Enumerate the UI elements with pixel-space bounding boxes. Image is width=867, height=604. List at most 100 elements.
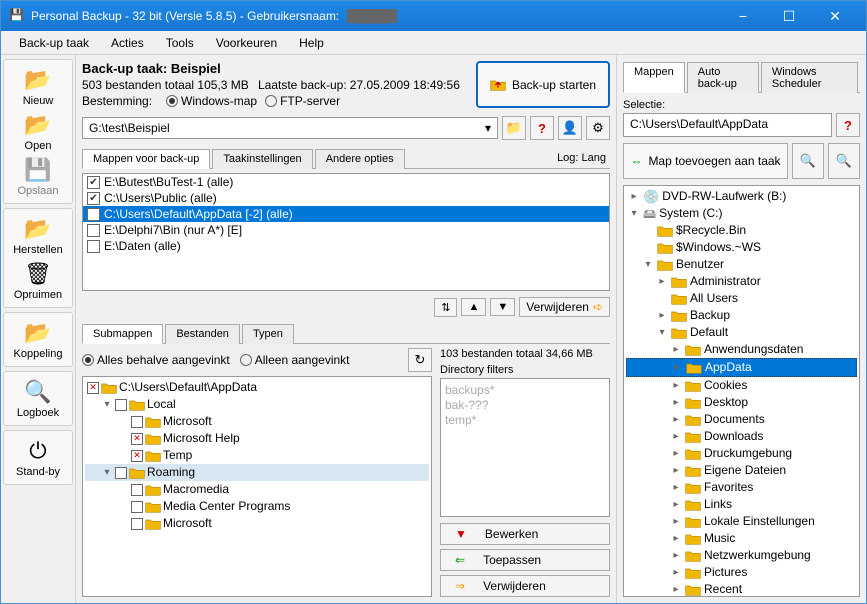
menu-help[interactable]: Help xyxy=(289,34,334,52)
menu-tools[interactable]: Tools xyxy=(156,34,204,52)
expander-icon[interactable]: ▸ xyxy=(671,359,683,376)
expander-icon[interactable]: ▸ xyxy=(670,411,682,428)
browser-node[interactable]: ▸Eigene Dateien xyxy=(626,462,857,479)
tab-taakinstellingen[interactable]: Taakinstellingen xyxy=(212,149,312,169)
expander-icon[interactable]: ▾ xyxy=(101,396,113,413)
menu-voorkeuren[interactable]: Voorkeuren xyxy=(206,34,287,52)
tree-node[interactable]: ▾Local xyxy=(85,396,429,413)
preview-button[interactable]: 🔍 xyxy=(792,143,824,179)
expander-icon[interactable]: ▸ xyxy=(670,530,682,547)
checkbox[interactable] xyxy=(115,399,127,411)
browse-button[interactable]: 📁 xyxy=(502,116,526,140)
directory-row[interactable]: E:\Delphi7\Bin (nur A*) [E] xyxy=(83,222,609,238)
checkbox[interactable] xyxy=(131,518,143,530)
start-backup-button[interactable]: Back-up starten xyxy=(476,61,610,108)
checkbox[interactable] xyxy=(87,382,99,394)
browser-node[interactable]: ▸Favorites xyxy=(626,479,857,496)
tree-node[interactable]: Microsoft xyxy=(85,515,429,532)
browser-node[interactable]: All Users xyxy=(626,290,857,307)
browser-node[interactable]: ▸Backup xyxy=(626,307,857,324)
browser-node[interactable]: ▸Cookies xyxy=(626,377,857,394)
checkbox[interactable] xyxy=(87,208,100,221)
folder-browser-tree[interactable]: ▸💿DVD-RW-Laufwerk (B:)▾🖴System (C:) $Rec… xyxy=(623,185,860,597)
checkbox[interactable] xyxy=(131,501,143,513)
selection-path-input[interactable]: C:\Users\Default\AppData xyxy=(623,113,832,137)
browser-node[interactable]: ▸Links xyxy=(626,496,857,513)
radio-all-except-checked[interactable]: Alles behalve aangevinkt xyxy=(82,353,230,367)
expander-icon[interactable]: ▸ xyxy=(656,273,668,290)
backup-directories-list[interactable]: E:\Butest\BuTest-1 (alle)C:\Users\Public… xyxy=(82,173,610,291)
minimize-button[interactable]: − xyxy=(720,1,766,31)
expander-icon[interactable]: ▾ xyxy=(101,464,113,481)
help-button[interactable]: ? xyxy=(530,116,554,140)
sort-button[interactable]: ⇅ xyxy=(434,298,457,317)
settings-button[interactable]: ⚙ xyxy=(586,116,610,140)
expander-icon[interactable]: ▾ xyxy=(628,205,640,222)
right-tab-mappen[interactable]: Mappen xyxy=(623,62,685,93)
sidebar-koppeling[interactable]: 📂Koppeling xyxy=(6,317,70,362)
menu-acties[interactable]: Acties xyxy=(101,34,154,52)
checkbox[interactable] xyxy=(87,240,100,253)
tree-node[interactable]: Microsoft Help xyxy=(85,430,429,447)
browser-node[interactable]: ▾Benutzer xyxy=(626,256,857,273)
browser-node[interactable]: ▸Pictures xyxy=(626,564,857,581)
checkbox[interactable] xyxy=(131,450,143,462)
expander-icon[interactable]: ▸ xyxy=(670,428,682,445)
sidebar-herstellen[interactable]: 📂Herstellen xyxy=(6,213,70,258)
directory-filters-box[interactable]: backups*bak-???temp* xyxy=(440,378,610,517)
tab-mappen-voor-back-up[interactable]: Mappen voor back-up xyxy=(82,149,210,169)
tab-andere-opties[interactable]: Andere opties xyxy=(315,149,405,169)
radio-ftp-server[interactable]: FTP-server xyxy=(265,94,340,108)
checkbox[interactable] xyxy=(131,433,143,445)
move-down-button[interactable]: ▼ xyxy=(490,298,515,316)
expander-icon[interactable]: ▸ xyxy=(670,513,682,530)
subtab-bestanden[interactable]: Bestanden xyxy=(165,324,240,344)
tree-root[interactable]: C:\Users\Default\AppData xyxy=(85,379,429,396)
subfolder-tree[interactable]: C:\Users\Default\AppData▾LocalMicrosoftM… xyxy=(82,376,432,597)
tree-node[interactable]: Macromedia xyxy=(85,481,429,498)
expander-icon[interactable]: ▸ xyxy=(670,394,682,411)
expander-icon[interactable]: ▸ xyxy=(670,581,682,597)
expander-icon[interactable] xyxy=(656,290,668,307)
tree-node[interactable]: ▾Roaming xyxy=(85,464,429,481)
checkbox[interactable] xyxy=(87,176,100,189)
sidebar-stand-by[interactable]: ⏻Stand-by xyxy=(6,435,70,480)
right-tab-windows-scheduler[interactable]: Windows Scheduler xyxy=(761,62,858,93)
subtab-typen[interactable]: Typen xyxy=(242,324,294,344)
tree-node[interactable]: Microsoft xyxy=(85,413,429,430)
menu-back-up-taak[interactable]: Back-up taak xyxy=(9,34,99,52)
tree-node[interactable]: Media Center Programs xyxy=(85,498,429,515)
expander-icon[interactable]: ▸ xyxy=(628,188,640,205)
selection-help-button[interactable]: ? xyxy=(836,113,860,137)
close-button[interactable]: ✕ xyxy=(812,1,858,31)
browser-node[interactable]: ▸Music xyxy=(626,530,857,547)
remove-directory-button[interactable]: Verwijderen ➪ xyxy=(519,297,610,317)
move-up-button[interactable]: ▲ xyxy=(461,298,486,316)
browser-node[interactable]: ▸Netzwerkumgebung xyxy=(626,547,857,564)
browser-node[interactable]: ▸Lokale Einstellungen xyxy=(626,513,857,530)
maximize-button[interactable]: ☐ xyxy=(766,1,812,31)
expander-icon[interactable]: ▸ xyxy=(670,445,682,462)
checkbox[interactable] xyxy=(131,484,143,496)
checkbox[interactable] xyxy=(87,192,100,205)
sidebar-nieuw[interactable]: 📂Nieuw xyxy=(6,64,70,109)
browser-node[interactable]: ▸Anwendungsdaten xyxy=(626,341,857,358)
browser-node[interactable]: $Recycle.Bin xyxy=(626,222,857,239)
filter-remove-button[interactable]: ⇒Verwijderen xyxy=(440,575,610,597)
browser-node[interactable]: ▾Default xyxy=(626,324,857,341)
browser-node[interactable]: ▸Recent xyxy=(626,581,857,597)
directory-row[interactable]: C:\Users\Default\AppData [-2] (alle) xyxy=(83,206,609,222)
checkbox[interactable] xyxy=(131,416,143,428)
subtab-submappen[interactable]: Submappen xyxy=(82,324,163,344)
expander-icon[interactable]: ▾ xyxy=(656,324,668,341)
expander-icon[interactable] xyxy=(642,222,654,239)
destination-path-input[interactable]: G:\test\Beispiel ▾ xyxy=(82,117,498,139)
browser-node[interactable]: ▸Administrator xyxy=(626,273,857,290)
expander-icon[interactable]: ▸ xyxy=(670,377,682,394)
explore-button[interactable]: 🔍 xyxy=(828,143,860,179)
expander-icon[interactable]: ▸ xyxy=(670,496,682,513)
expander-icon[interactable]: ▸ xyxy=(670,479,682,496)
checkbox[interactable] xyxy=(87,224,100,237)
expander-icon[interactable]: ▸ xyxy=(670,547,682,564)
user-button[interactable]: 👤 xyxy=(558,116,582,140)
